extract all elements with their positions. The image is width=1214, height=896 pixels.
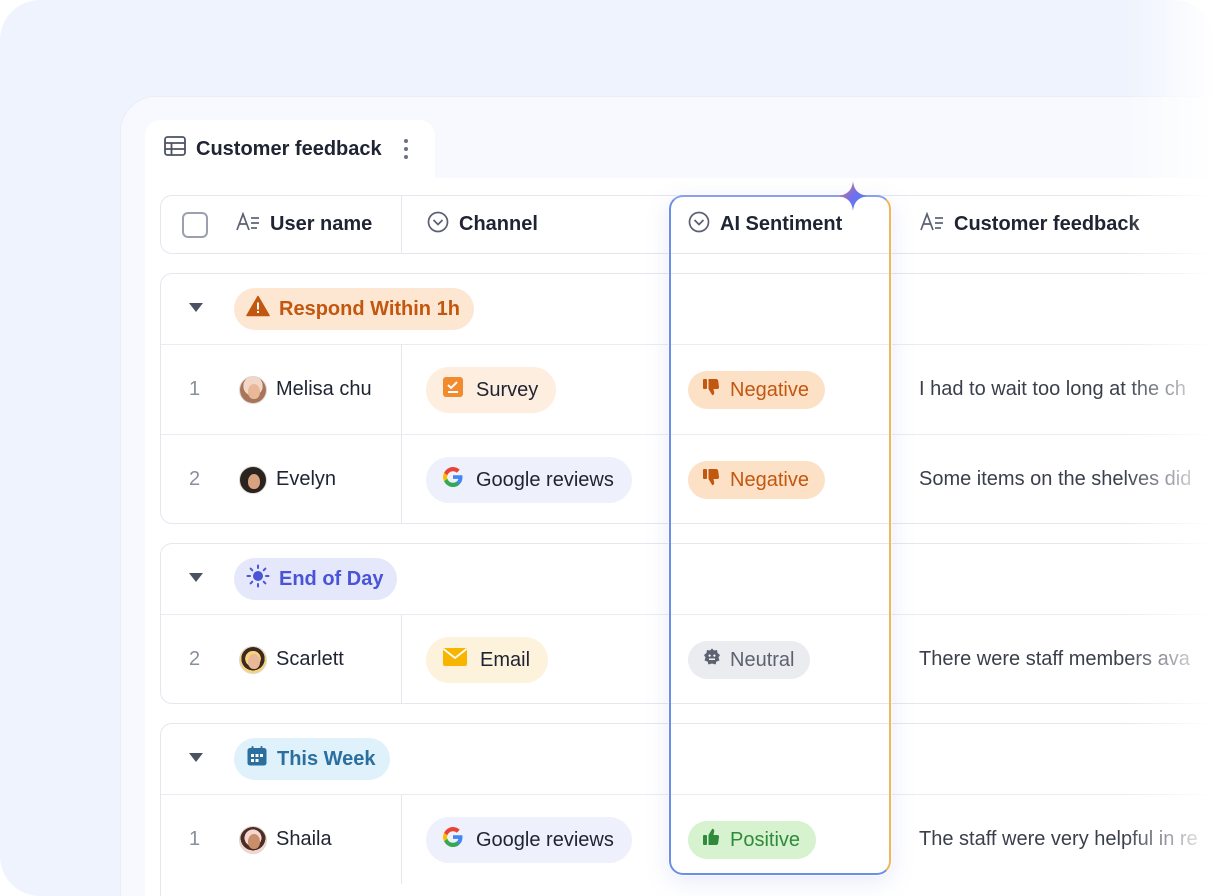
sun-icon [246, 564, 270, 594]
sentiment-label: Positive [730, 828, 801, 851]
channel-chip[interactable]: Google reviews [426, 457, 632, 503]
channel-label: Google reviews [476, 468, 614, 491]
user-cell: Evelyn [239, 435, 336, 524]
sentiment-label: Neutral [730, 648, 795, 671]
collapse-caret-icon[interactable] [189, 303, 203, 312]
thumbs-down-icon [702, 467, 722, 493]
sentiment-label: Negative [730, 468, 809, 491]
survey-checkbox-icon [442, 376, 464, 404]
column-divider [401, 435, 402, 524]
google-icon [442, 466, 464, 494]
feedback-text: The staff were very helpful in re [919, 828, 1198, 850]
avatar [239, 465, 267, 494]
group-label: This Week [277, 747, 376, 770]
column-divider [401, 345, 402, 434]
column-header-customer-feedback[interactable]: Customer feedback [920, 196, 1140, 253]
group-header: This Week [161, 724, 1214, 794]
sentiment-badge[interactable]: Negative [688, 461, 825, 499]
table-row[interactable]: 2 Scarlett Email Neutral There were staf… [161, 614, 1214, 704]
group-label: End of Day [279, 567, 384, 590]
view-tab-title[interactable]: Customer feedback [164, 136, 382, 162]
table-row[interactable]: 1 Melisa chu Survey Negative I had to wa… [161, 344, 1214, 434]
column-divider [401, 795, 402, 884]
row-number: 1 [189, 378, 201, 400]
group-end-of-day: End of Day 2 Scarlett Email Neutral Ther… [160, 543, 1214, 704]
avatar [239, 825, 267, 854]
google-icon [442, 826, 464, 854]
column-label: Customer feedback [954, 213, 1140, 235]
avatar [239, 645, 267, 674]
column-label: User name [270, 213, 373, 235]
column-header-channel[interactable]: Channel [427, 196, 538, 253]
collapse-caret-icon[interactable] [189, 753, 203, 762]
group-respond-within-1h: Respond Within 1h 1 Melisa chu Survey Ne… [160, 273, 1214, 524]
user-name: Shaila [276, 828, 332, 850]
dropdown-circle-icon [688, 211, 710, 239]
dropdown-circle-icon [427, 211, 449, 239]
sentiment-badge[interactable]: Neutral [688, 641, 811, 679]
row-number: 1 [189, 828, 201, 850]
sentiment-badge[interactable]: Positive [688, 821, 817, 859]
channel-label: Email [480, 648, 531, 671]
sentiment-label: Negative [730, 378, 809, 401]
column-header-ai-sentiment[interactable]: AI Sentiment [688, 196, 842, 253]
row-number: 2 [189, 648, 201, 670]
group-label: Respond Within 1h [279, 297, 460, 320]
group-label-pill[interactable]: End of Day [234, 558, 398, 600]
user-name: Scarlett [276, 648, 344, 670]
text-field-icon [920, 211, 944, 238]
ai-sparkle-icon [838, 180, 868, 212]
feedback-text: Some items on the shelves did [919, 468, 1192, 490]
column-label: Channel [459, 213, 538, 235]
column-divider [401, 615, 402, 704]
group-this-week: This Week 1 Shaila Google reviews Positi… [160, 723, 1214, 896]
group-label-pill[interactable]: This Week [234, 738, 390, 780]
column-divider [401, 196, 402, 253]
group-label-pill[interactable]: Respond Within 1h [234, 288, 474, 330]
select-all-checkbox[interactable] [182, 211, 208, 238]
user-cell: Shaila [239, 795, 332, 884]
group-header: End of Day [161, 544, 1214, 614]
channel-chip[interactable]: Survey [426, 367, 557, 413]
feedback-text: I had to wait too long at the ch [919, 378, 1186, 400]
user-name: Melisa chu [276, 378, 372, 400]
channel-chip[interactable]: Email [426, 637, 549, 683]
calendar-icon [246, 745, 268, 773]
warning-triangle-icon [246, 295, 270, 323]
table-icon [164, 136, 186, 162]
select-all-cell [182, 196, 208, 253]
thumbs-up-icon [702, 827, 722, 853]
thumbs-down-icon [702, 377, 722, 403]
user-cell: Melisa chu [239, 345, 372, 434]
channel-chip[interactable]: Google reviews [426, 817, 632, 863]
envelope-icon [442, 647, 468, 673]
table-header: User name Channel AI Sentiment Customer … [160, 195, 1214, 254]
table-row[interactable]: 1 Shaila Google reviews Positive The sta… [161, 794, 1214, 884]
avatar [239, 375, 267, 404]
user-cell: Scarlett [239, 615, 344, 704]
row-number: 2 [189, 468, 201, 490]
channel-label: Google reviews [476, 828, 614, 851]
view-title: Customer feedback [196, 137, 382, 160]
channel-label: Survey [476, 378, 539, 401]
feedback-text: There were staff members ava [919, 648, 1190, 670]
user-name: Evelyn [276, 468, 337, 490]
text-field-icon [236, 211, 260, 238]
group-header: Respond Within 1h [161, 274, 1214, 344]
column-label: AI Sentiment [720, 213, 843, 235]
sentiment-badge[interactable]: Negative [688, 371, 825, 409]
table-row[interactable]: 2 Evelyn Google reviews Negative Some it… [161, 434, 1214, 524]
neutral-face-icon [702, 647, 722, 673]
collapse-caret-icon[interactable] [189, 573, 203, 582]
more-vertical-icon[interactable] [398, 136, 414, 162]
column-header-user-name[interactable]: User name [236, 196, 372, 253]
